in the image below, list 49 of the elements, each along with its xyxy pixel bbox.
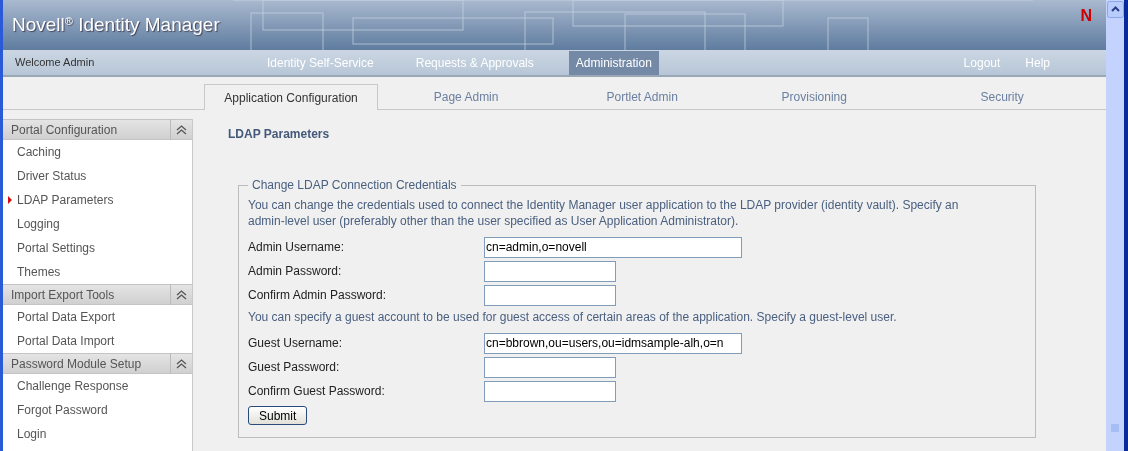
app-title: Novell$^{®}$ Identity Manager xyxy=(12,12,220,37)
instruction-text: You can specify a guest account to be used for guest access of certain areas of the application. Specify a guest-level user. xyxy=(248,309,898,325)
collapse-icon[interactable] xyxy=(176,289,187,300)
tab[interactable]: Provisioning xyxy=(730,84,899,110)
sidebar-link[interactable]: Challenge Response xyxy=(17,377,129,395)
sidebar-link[interactable]: Login xyxy=(17,425,47,443)
scroll-up-icon[interactable] xyxy=(1106,1,1124,18)
tab[interactable]: Portlet Admin xyxy=(554,84,731,110)
nav-link[interactable]: Administration xyxy=(568,50,659,75)
sidebar-link[interactable]: Forgot Password xyxy=(17,401,108,419)
scroll-grip-icon[interactable] xyxy=(1111,424,1119,432)
section-header[interactable]: Password Module Setup xyxy=(3,353,192,374)
section-title: Password Module Setup xyxy=(10,355,143,373)
instruction-text: You can change the credentials used to connect the Identity Manager user application to the LDAP provider (identity vault). Specify an admin-level user (preferably other than the user specified as User Application Administrator). xyxy=(248,197,960,229)
sidebar-link[interactable]: Driver Status xyxy=(17,167,87,185)
sidebar-link[interactable]: Logging xyxy=(17,215,60,233)
section-title: Portal Configuration xyxy=(10,121,119,139)
input-field[interactable] xyxy=(484,284,616,306)
tab[interactable]: Security xyxy=(898,84,1106,110)
field-label: Confirm Guest Password: xyxy=(248,383,386,400)
field-label: Guest Username: xyxy=(248,335,344,352)
tab[interactable]: Page Admin xyxy=(378,84,555,110)
field-label: Admin Password: xyxy=(248,263,343,280)
logo: N xyxy=(1080,6,1092,26)
welcome-text: Welcome Admin xyxy=(15,55,96,71)
group-legend: Change LDAP Connection Credentials xyxy=(248,176,461,194)
field-label: Confirm Admin Password: xyxy=(248,287,388,304)
page-title: LDAP Parameters xyxy=(228,126,331,143)
scrollbar[interactable] xyxy=(1106,0,1124,451)
submit-button[interactable]: Submit xyxy=(248,406,308,425)
input-field[interactable]: cn=bbrown,ou=users,ou=idmsample-alh,o=n xyxy=(484,332,742,354)
input-field[interactable]: cn=admin,o=novell xyxy=(484,236,742,258)
sidebar-link[interactable]: Caching xyxy=(17,143,62,161)
sidebar-link[interactable]: Portal Settings xyxy=(17,239,96,257)
collapse-icon[interactable] xyxy=(176,358,187,369)
field-label: Admin Username: xyxy=(248,239,346,256)
section-header[interactable]: Import Export Tools xyxy=(3,284,192,305)
input-field[interactable] xyxy=(484,356,616,378)
sidebar-link[interactable]: Portal Data Export xyxy=(17,308,116,326)
collapse-icon[interactable] xyxy=(176,124,187,135)
input-field[interactable] xyxy=(484,260,616,282)
sidebar-link[interactable]: LDAP Parameters xyxy=(17,191,114,209)
section-header[interactable]: Portal Configuration xyxy=(3,119,192,140)
field-label: Guest Password: xyxy=(248,359,341,376)
input-field[interactable] xyxy=(484,380,616,402)
sidebar-link[interactable]: Themes xyxy=(17,263,61,281)
section-title: Import Export Tools xyxy=(10,286,116,304)
tab[interactable]: Application Configuration xyxy=(204,84,379,110)
sidebar-link[interactable]: Portal Data Import xyxy=(17,332,115,350)
